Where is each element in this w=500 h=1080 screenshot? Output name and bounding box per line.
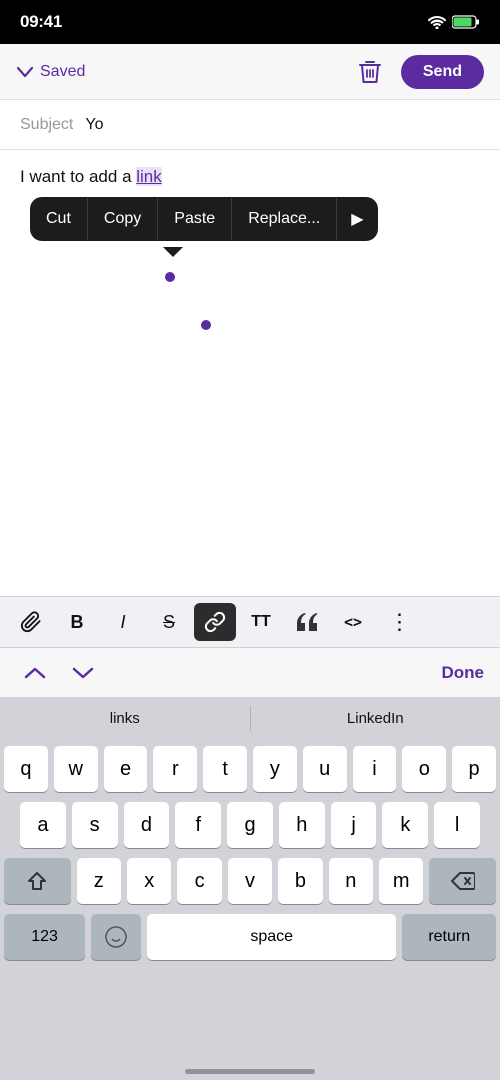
nav-arrows (16, 661, 102, 685)
trash-icon (357, 58, 383, 86)
link-text-selected[interactable]: link (136, 167, 162, 186)
keyboard: q w e r t y u i o p a s d f g h j k l (0, 738, 500, 1080)
subject-row: Subject Yo (0, 100, 500, 150)
keyboard-rows: q w e r t y u i o p a s d f g h j k l (0, 738, 500, 960)
key-d[interactable]: d (124, 802, 170, 848)
predictive-item-2[interactable]: LinkedIn (251, 706, 500, 731)
key-row-bottom: 123 space return (0, 914, 500, 960)
paperclip-icon (20, 611, 42, 633)
delete-button[interactable] (353, 54, 387, 90)
space-button[interactable]: space (147, 914, 396, 960)
cursor-start-handle[interactable] (165, 272, 175, 282)
key-x[interactable]: x (127, 858, 171, 904)
key-row-3: z x c v b n m (0, 858, 500, 904)
backspace-button[interactable] (429, 858, 496, 904)
text-size-button[interactable]: TT (240, 603, 282, 641)
quote-button[interactable] (286, 603, 328, 641)
key-k[interactable]: k (382, 802, 428, 848)
send-button[interactable]: Send (401, 55, 484, 89)
more-format-button[interactable]: ⋮ (378, 603, 420, 641)
key-v[interactable]: v (228, 858, 272, 904)
context-menu: Cut Copy Paste Replace... ▶ (30, 197, 378, 241)
shift-icon (27, 871, 47, 891)
done-button[interactable]: Done (442, 663, 485, 683)
predictive-bar: links LinkedIn (0, 698, 500, 738)
key-c[interactable]: c (177, 858, 221, 904)
cut-button[interactable]: Cut (30, 198, 88, 240)
key-m[interactable]: m (379, 858, 423, 904)
paste-button[interactable]: Paste (158, 198, 232, 240)
chevron-down-nav-icon (72, 665, 94, 681)
key-o[interactable]: o (402, 746, 446, 792)
status-time: 09:41 (20, 12, 62, 32)
status-bar: 09:41 (0, 0, 500, 44)
chevron-up-icon (24, 665, 46, 681)
attachment-button[interactable] (10, 603, 52, 641)
chevron-down-icon (16, 65, 34, 79)
link-icon (204, 611, 226, 633)
key-y[interactable]: y (253, 746, 297, 792)
key-r[interactable]: r (153, 746, 197, 792)
key-a[interactable]: a (20, 802, 66, 848)
saved-label: Saved (40, 63, 85, 81)
shift-button[interactable] (4, 858, 71, 904)
backspace-icon (451, 872, 475, 890)
copy-button[interactable]: Copy (88, 198, 158, 240)
predictive-item-1[interactable]: links (0, 706, 251, 731)
replace-button[interactable]: Replace... (232, 198, 337, 240)
key-h[interactable]: h (279, 802, 325, 848)
key-j[interactable]: j (331, 802, 377, 848)
status-icons (428, 15, 480, 29)
key-l[interactable]: l (434, 802, 480, 848)
strikethrough-button[interactable]: S (148, 603, 190, 641)
key-p[interactable]: p (452, 746, 496, 792)
wifi-icon (428, 15, 446, 29)
subject-value[interactable]: Yo (85, 116, 103, 134)
key-e[interactable]: e (104, 746, 148, 792)
more-menu-button[interactable]: ▶ (337, 197, 377, 241)
key-row-1: q w e r t y u i o p (0, 746, 500, 792)
top-bar: Saved Send (0, 44, 500, 100)
key-i[interactable]: i (353, 746, 397, 792)
key-s[interactable]: s (72, 802, 118, 848)
emoji-icon (104, 925, 128, 949)
num-button[interactable]: 123 (4, 914, 85, 960)
top-actions: Send (353, 54, 484, 90)
return-button[interactable]: return (402, 914, 496, 960)
key-row-2: a s d f g h j k l (0, 802, 500, 848)
code-button[interactable]: <> (332, 603, 374, 641)
key-q[interactable]: q (4, 746, 48, 792)
key-z[interactable]: z (77, 858, 121, 904)
key-w[interactable]: w (54, 746, 98, 792)
link-button[interactable] (194, 603, 236, 641)
battery-icon (452, 15, 480, 29)
saved-area: Saved (16, 63, 85, 81)
key-b[interactable]: b (278, 858, 322, 904)
key-g[interactable]: g (227, 802, 273, 848)
bold-button[interactable]: B (56, 603, 98, 641)
key-t[interactable]: t (203, 746, 247, 792)
key-n[interactable]: n (329, 858, 373, 904)
context-menu-pointer (163, 247, 183, 257)
cursor-end-handle[interactable] (201, 320, 211, 330)
home-indicator (185, 1069, 315, 1074)
body-text: I want to add a link (20, 164, 480, 190)
key-u[interactable]: u (303, 746, 347, 792)
nav-up-button[interactable] (16, 661, 54, 685)
quote-icon (297, 613, 317, 631)
subject-label: Subject (20, 116, 73, 134)
key-f[interactable]: f (175, 802, 221, 848)
italic-button[interactable]: I (102, 603, 144, 641)
format-toolbar: B I S TT <> ⋮ (0, 596, 500, 648)
nav-down-button[interactable] (64, 661, 102, 685)
nav-row: Done (0, 648, 500, 698)
emoji-button[interactable] (91, 914, 141, 960)
body-text-before: I want to add a (20, 167, 136, 186)
